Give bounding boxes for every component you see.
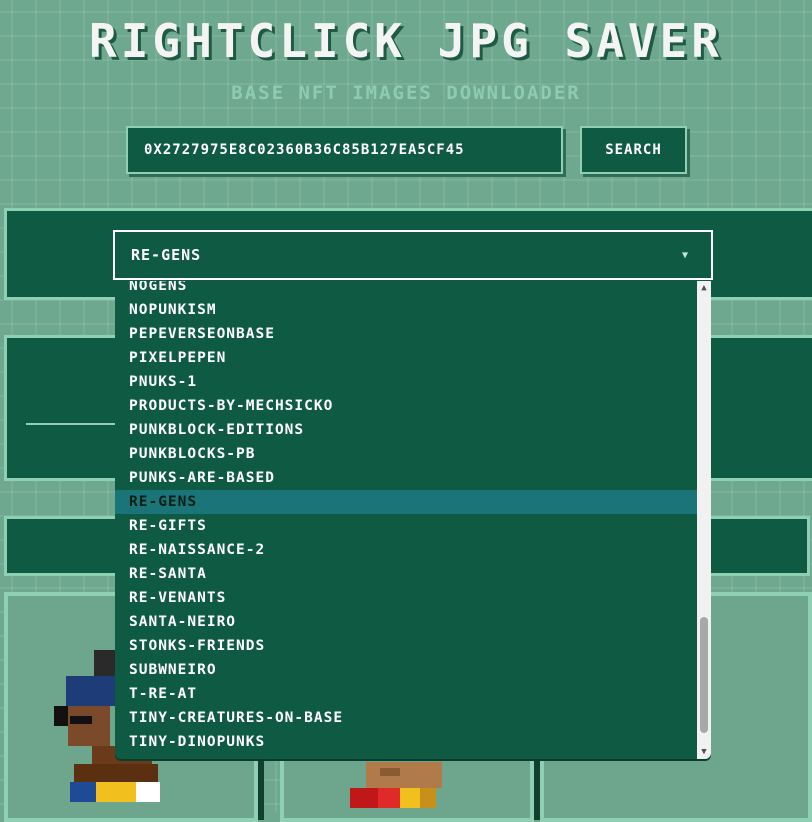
dropdown-option[interactable]: TINY-CREATURES-ON-BASE (115, 706, 697, 730)
chevron-down-icon: ▼ (681, 249, 689, 261)
dropdown-option[interactable]: NOGENS (115, 281, 697, 298)
dropdown-option-selected[interactable]: RE-GENS (115, 490, 697, 514)
dropdown-option[interactable]: PEPEVERSEONBASE (115, 322, 697, 346)
dropdown-scrollbar[interactable]: ▲ ▼ (697, 281, 711, 759)
page-subtitle: BASE NFT IMAGES DOWNLOADER (231, 82, 581, 104)
info-divider (26, 423, 116, 425)
collection-select[interactable]: RE-GENS ▼ (113, 230, 713, 280)
search-button[interactable]: SEARCH (580, 126, 687, 174)
dropdown-option[interactable]: PRODUCTS-BY-MECHSICKO (115, 394, 697, 418)
dropdown-option[interactable]: SUBWNEIRO (115, 658, 697, 682)
page-title: RIGHTCLICK JPG SAVER (89, 14, 723, 68)
dropdown-option[interactable]: T-RE-AT (115, 682, 697, 706)
selected-collection: RE-GENS (131, 246, 202, 264)
scrollbar-thumb[interactable] (700, 617, 708, 733)
dropdown-option[interactable]: TINY-DINOPUNKS (115, 730, 697, 754)
address-search-input[interactable] (126, 126, 563, 174)
dropdown-option[interactable]: RE-SANTA (115, 562, 697, 586)
dropdown-option[interactable]: PNUKS-1 (115, 370, 697, 394)
triangle-up-icon[interactable]: ▲ (697, 281, 711, 295)
dropdown-option[interactable]: SANTA-NEIRO (115, 610, 697, 634)
dropdown-option[interactable]: PUNKBLOCKS-PB (115, 442, 697, 466)
dropdown-option[interactable]: RE-VENANTS (115, 586, 697, 610)
dropdown-option[interactable]: PIXELPEPEN (115, 346, 697, 370)
dropdown-option[interactable]: NOPUNKISM (115, 298, 697, 322)
dropdown-option[interactable]: PUNKBLOCK-EDITIONS (115, 418, 697, 442)
triangle-down-icon[interactable]: ▼ (697, 745, 711, 759)
dropdown-option[interactable]: RE-GIFTS (115, 514, 697, 538)
dropdown-option[interactable]: STONKS-FRIENDS (115, 634, 697, 658)
dropdown-option[interactable]: PUNKS-ARE-BASED (115, 466, 697, 490)
collection-dropdown-list[interactable]: NOGENS NOPUNKISM PEPEVERSEONBASE PIXELPE… (115, 281, 711, 759)
dropdown-option[interactable]: RE-NAISSANCE-2 (115, 538, 697, 562)
